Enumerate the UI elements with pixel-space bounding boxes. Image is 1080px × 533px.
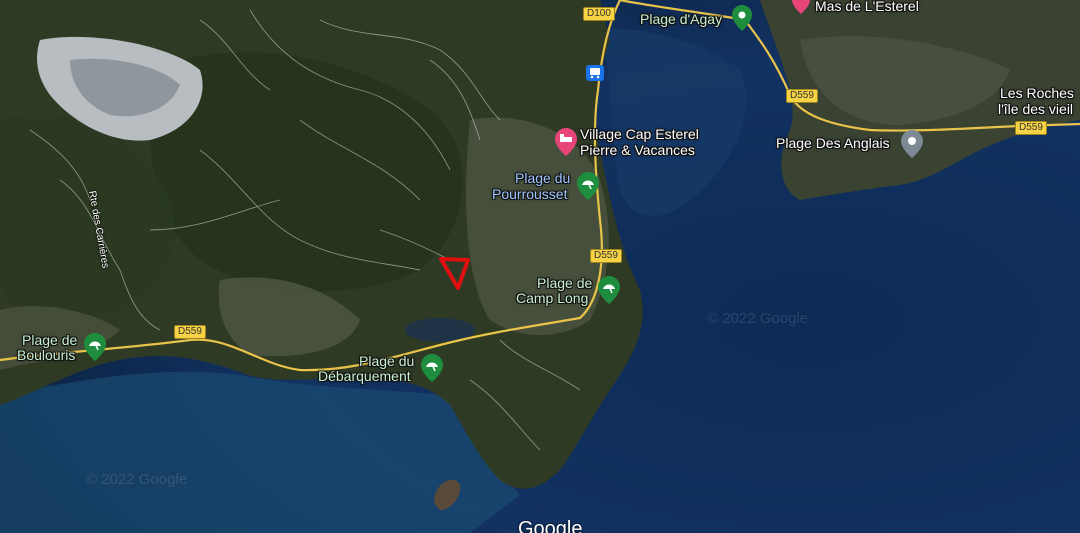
selected-area-marker[interactable] [436,254,474,294]
place-pin-icon[interactable] [792,0,810,14]
label-plage-de-camp-long[interactable]: Plage de [537,276,592,291]
place-pin-icon[interactable] [732,5,752,31]
label-plage-de-boulouris[interactable]: Plage de [22,333,77,348]
road-shield-d559: D559 [174,325,206,339]
road-shield-d559: D559 [1015,121,1047,135]
beach-umbrella-icon[interactable] [84,333,106,361]
road-shield-d559: D559 [590,249,622,263]
road-shield-d559: D559 [786,89,818,103]
label-les-roches[interactable]: Les Roches [1000,86,1074,101]
label-boulouris[interactable]: Boulouris [17,348,75,363]
road-shield-d100: D100 [583,7,615,21]
label-plage-des-anglais[interactable]: Plage Des Anglais [776,136,890,151]
label-pierre-vacances[interactable]: Pierre & Vacances [580,143,695,158]
beach-umbrella-icon[interactable] [421,354,443,382]
copyright-watermark: © 2022 Google [707,310,809,327]
beach-umbrella-icon[interactable] [577,172,599,200]
hotel-bed-icon[interactable] [555,128,577,156]
label-mas-esterel[interactable]: Mas de L'Esterel [815,0,919,14]
bus-station-icon[interactable] [586,65,604,81]
label-debarquement[interactable]: Débarquement [318,369,411,384]
label-village-cap-esterel[interactable]: Village Cap Esterel [580,127,699,142]
map-satellite-background[interactable] [0,0,1080,533]
google-logo: Google [518,518,583,533]
label-plage-du-debarquement[interactable]: Plage du [359,354,414,369]
label-ile-des-vieilles[interactable]: l'île des vieil [998,102,1073,117]
label-plage-du-pourrousset[interactable]: Plage du [515,171,570,186]
label-camp-long[interactable]: Camp Long [516,291,588,306]
copyright-watermark: © 2022 Google [86,471,188,488]
place-pin-icon[interactable] [901,130,923,158]
beach-umbrella-icon[interactable] [598,276,620,304]
label-plage-agay[interactable]: Plage d'Agay [640,12,722,27]
satellite-map[interactable]: D100 D559 D559 D559 D559 Mas de L'Estere… [0,0,1080,533]
label-pourrousset[interactable]: Pourrousset [492,187,567,202]
